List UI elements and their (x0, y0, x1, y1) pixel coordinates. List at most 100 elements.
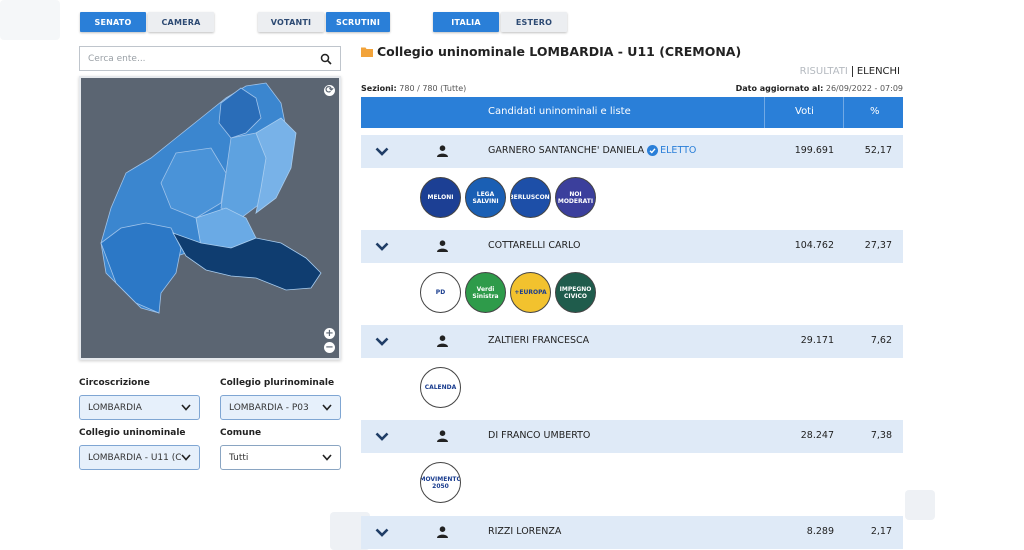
circoscrizione-label: Circoscrizione (79, 378, 150, 388)
candidate-name-text: GARNERO SANTANCHE' DANIELA (488, 145, 645, 156)
candidate-row[interactable]: DI FRANCO UMBERTO 28.247 7,38 (361, 420, 903, 453)
candidate-pct: 7,62 (870, 335, 892, 346)
candidate-row[interactable]: COTTARELLI CARLO 104.762 27,37 (361, 230, 903, 263)
person-icon (437, 430, 448, 442)
comune-label: Comune (220, 428, 262, 438)
col-separator (764, 97, 765, 128)
uninominale-label: Collegio uninominale (79, 428, 186, 438)
party-logos: MELONI LEGA SALVINI BERLUSCONI NOI MODERATI (420, 177, 596, 218)
col-votes: Voti (795, 106, 814, 117)
candidate-name: DI FRANCO UMBERTO (488, 430, 590, 441)
chevron-down-icon (322, 454, 332, 461)
candidate-name-text: DI FRANCO UMBERTO (488, 430, 591, 441)
candidate-name-text: RIZZI LORENZA (488, 526, 562, 537)
lombardia-map-svg[interactable] (81, 78, 339, 358)
camera-button[interactable]: CAMERA (148, 12, 214, 32)
background-decoration (0, 0, 60, 40)
chamber-toggle: SENATO CAMERA (80, 12, 214, 32)
elected-badge: ELETTO (647, 145, 696, 156)
view-tabs: RISULTATI ELENCHI (800, 66, 900, 77)
expand-chevron-icon[interactable] (375, 432, 389, 441)
candidate-pct: 7,38 (870, 430, 892, 441)
chevron-down-icon (181, 454, 191, 461)
region-map[interactable]: ⟳ + − (79, 76, 341, 360)
tab-elenchi[interactable]: ELENCHI (853, 66, 900, 77)
sezioni-info: Sezioni: 780 / 780 (Tutte) (361, 84, 466, 93)
folder-icon (361, 47, 373, 57)
italia-button[interactable]: ITALIA (433, 12, 499, 32)
party-logo: Verdi Sinistra (465, 272, 506, 313)
candidate-row[interactable]: RIZZI LORENZA 8.289 2,17 (361, 516, 903, 549)
results-table-header: Candidati uninominali e liste Voti % (361, 97, 903, 128)
plurinominale-value: LOMBARDIA - P03 (229, 402, 309, 413)
chevron-down-icon (322, 404, 332, 411)
candidate-name: GARNERO SANTANCHE' DANIELA ELETTO (488, 145, 696, 156)
party-logo: LEGA SALVINI (465, 177, 506, 218)
candidate-row[interactable]: GARNERO SANTANCHE' DANIELA ELETTO 199.691 5… (361, 135, 903, 168)
party-logo: MELONI (420, 177, 461, 218)
candidate-name: RIZZI LORENZA (488, 526, 561, 537)
zoom-in-icon[interactable]: + (324, 328, 335, 339)
background-decoration (905, 490, 935, 520)
party-logo: PD (420, 272, 461, 313)
refresh-icon[interactable]: ⟳ (324, 85, 335, 96)
circoscrizione-value: LOMBARDIA (88, 402, 142, 413)
scrutini-button[interactable]: SCRUTINI (326, 12, 390, 32)
party-logos: MOVIMENTO 2050 (420, 462, 461, 503)
map-province[interactable] (100, 222, 182, 314)
sezioni-label: Sezioni: (361, 84, 397, 93)
candidate-name: ZALTIERI FRANCESCA (488, 335, 589, 346)
collegio-title: Collegio uninominale LOMBARDIA - U11 (CR… (361, 44, 741, 59)
search-icon[interactable] (320, 53, 332, 65)
col-pct: % (870, 106, 880, 117)
candidate-votes: 199.691 (794, 145, 834, 156)
expand-chevron-icon[interactable] (375, 242, 389, 251)
senato-button[interactable]: SENATO (80, 12, 146, 32)
person-icon (437, 145, 448, 157)
expand-chevron-icon[interactable] (375, 147, 389, 156)
person-icon (437, 526, 448, 538)
candidate-row[interactable]: ZALTIERI FRANCESCA 29.171 7,62 (361, 325, 903, 358)
search-input[interactable]: Cerca ente... (79, 46, 341, 71)
estero-button[interactable]: ESTERO (501, 12, 567, 32)
col-separator (843, 97, 844, 128)
candidate-name: COTTARELLI CARLO (488, 240, 581, 251)
plurinominale-label: Collegio plurinominale (220, 378, 335, 388)
tab-risultati[interactable]: RISULTATI (800, 66, 853, 77)
candidate-name-text: COTTARELLI CARLO (488, 240, 581, 251)
candidate-name-text: ZALTIERI FRANCESCA (488, 335, 590, 346)
comune-select[interactable]: Tutti (220, 445, 341, 470)
area-toggle: ITALIA ESTERO (433, 12, 567, 32)
zoom-out-icon[interactable]: − (324, 342, 335, 353)
uninominale-value: LOMBARDIA - U11 (C (88, 452, 181, 463)
collegio-title-text: Collegio uninominale LOMBARDIA - U11 (CR… (377, 44, 742, 59)
search-placeholder: Cerca ente... (88, 53, 146, 64)
candidate-votes: 28.247 (800, 430, 834, 441)
plurinominale-select[interactable]: LOMBARDIA - P03 (220, 395, 341, 420)
elected-text: ELETTO (660, 145, 697, 156)
uninominale-select[interactable]: LOMBARDIA - U11 (C (79, 445, 200, 470)
candidate-votes: 29.171 (800, 335, 834, 346)
votanti-button[interactable]: VOTANTI (258, 12, 324, 32)
verified-icon (647, 145, 659, 156)
comune-value: Tutti (229, 452, 249, 463)
candidate-pct: 52,17 (864, 145, 892, 156)
party-logo: CALENDA (420, 367, 461, 408)
party-logo: NOI MODERATI (555, 177, 596, 218)
expand-chevron-icon[interactable] (375, 337, 389, 346)
col-candidates: Candidati uninominali e liste (488, 106, 631, 117)
party-logos: CALENDA (420, 367, 461, 408)
expand-chevron-icon[interactable] (375, 528, 389, 537)
party-logos: PD Verdi Sinistra +EUROPA IMPEGNO CIVICO (420, 272, 596, 313)
updated-value: 26/09/2022 - 07:09 (823, 84, 903, 93)
party-logo: MOVIMENTO 2050 (420, 462, 461, 503)
map-selected-collegio[interactable] (172, 232, 322, 291)
sezioni-value: 780 / 780 (Tutte) (396, 84, 467, 93)
candidate-votes: 104.762 (794, 240, 834, 251)
party-logo: BERLUSCONI (510, 177, 551, 218)
circoscrizione-select[interactable]: LOMBARDIA (79, 395, 200, 420)
person-icon (437, 335, 448, 347)
person-icon (437, 240, 448, 252)
chevron-down-icon (181, 404, 191, 411)
candidate-votes: 8.289 (806, 526, 834, 537)
